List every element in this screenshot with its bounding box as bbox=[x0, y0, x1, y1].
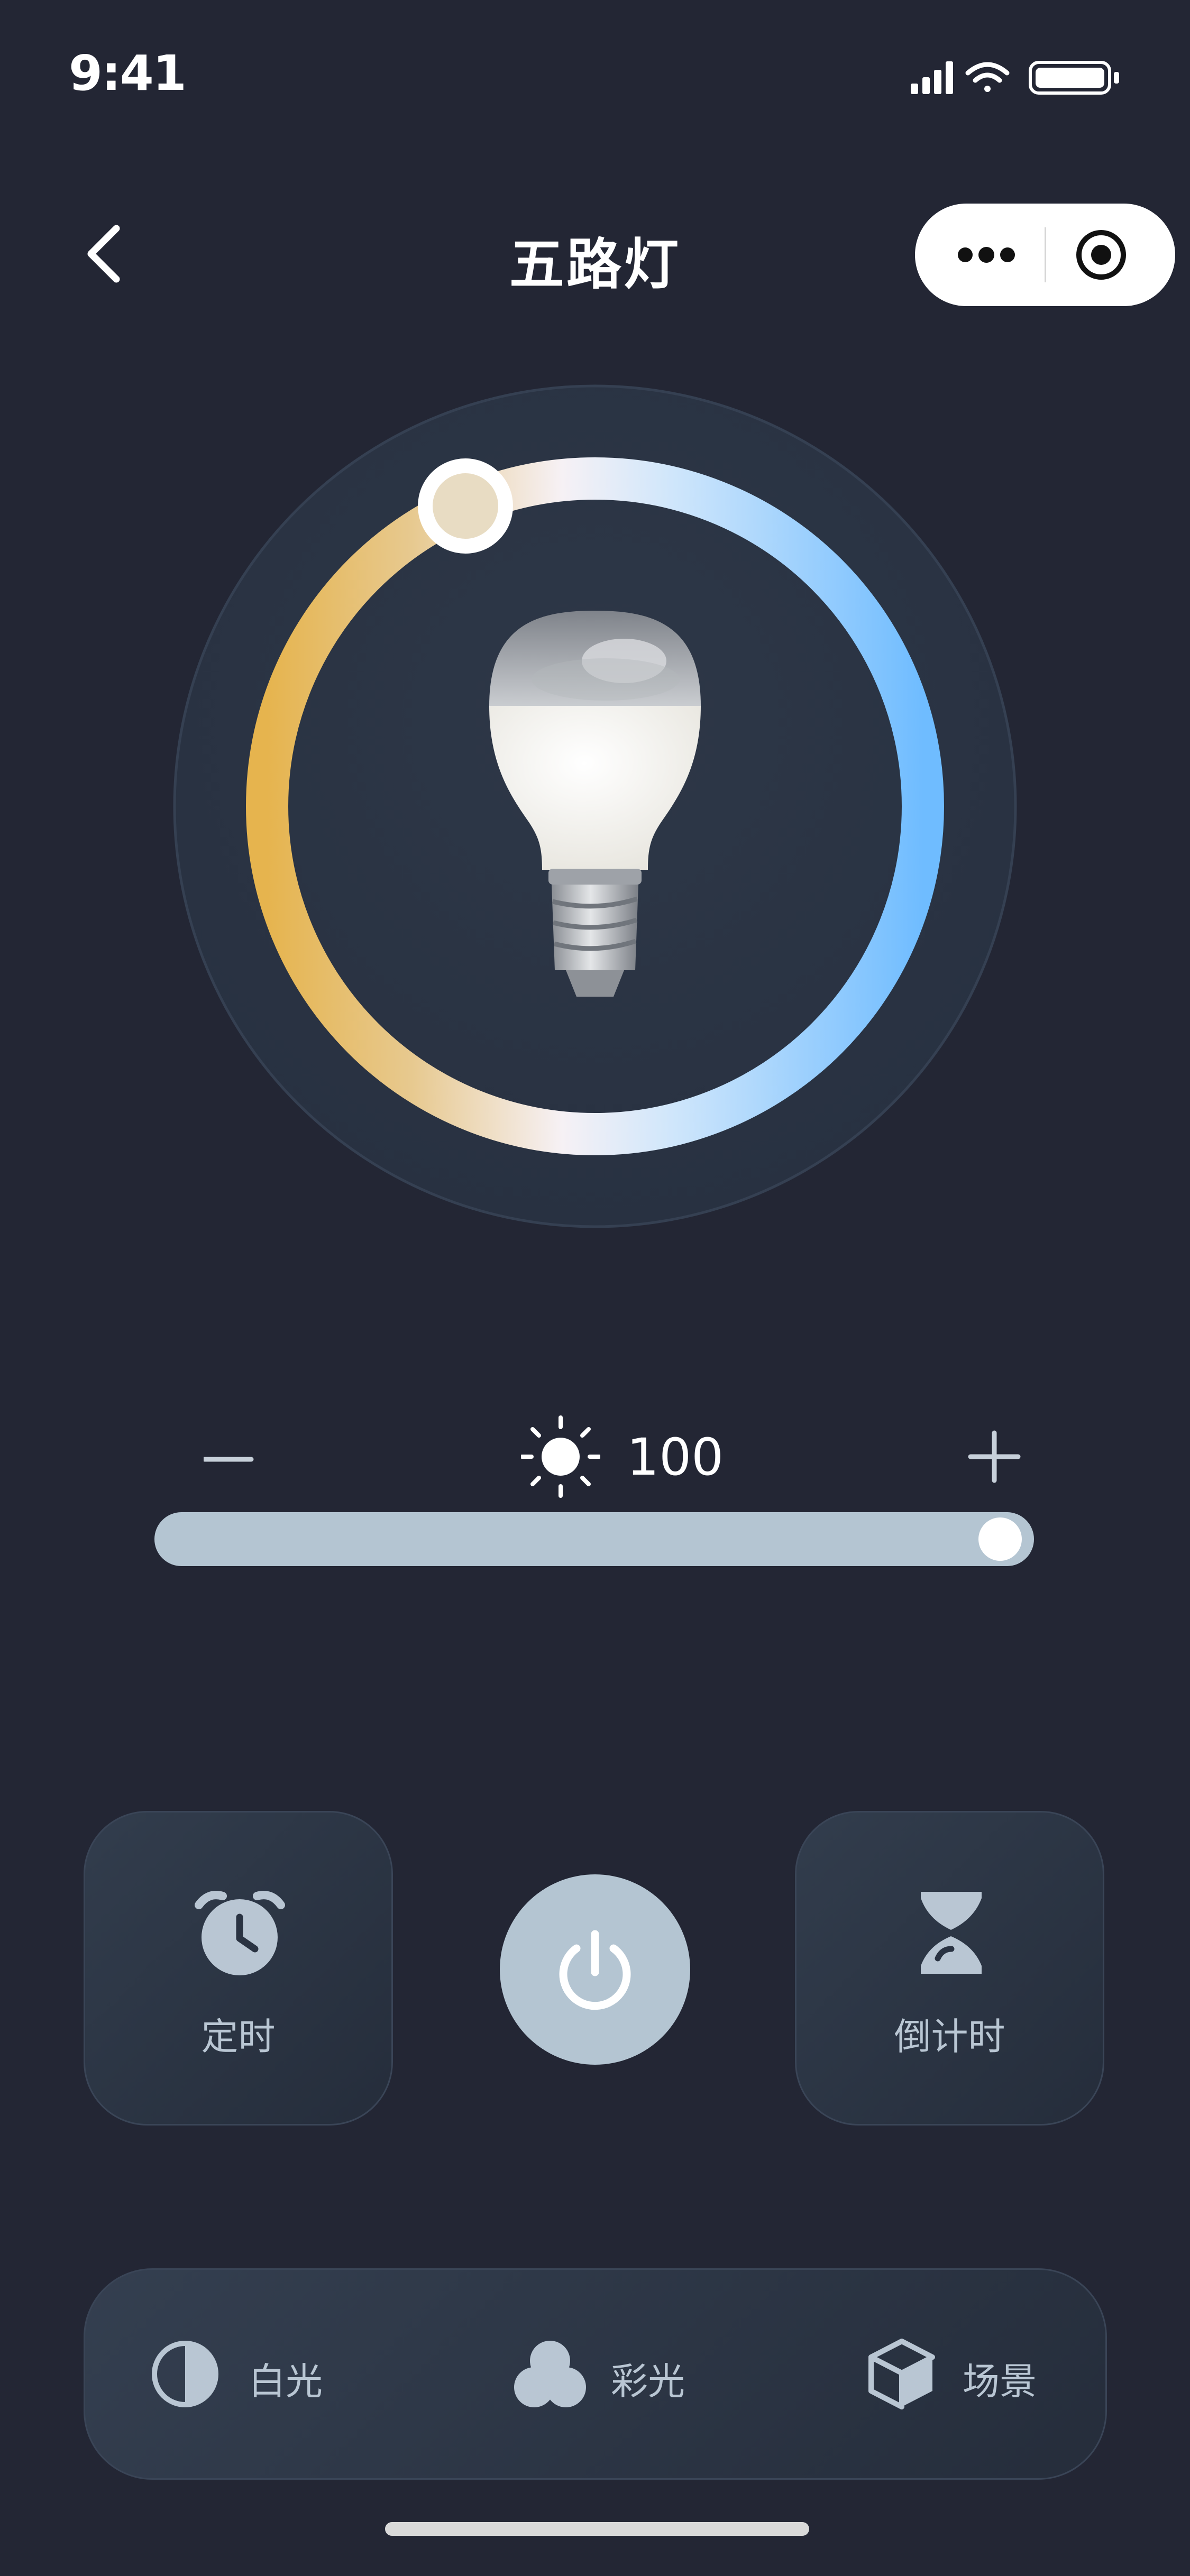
more-button[interactable] bbox=[955, 236, 1018, 273]
battery-icon bbox=[1029, 61, 1119, 95]
status-icons bbox=[911, 61, 1119, 95]
signal-icon bbox=[911, 61, 953, 94]
close-miniprogram-button[interactable] bbox=[1074, 227, 1129, 282]
color-temperature-dial[interactable] bbox=[172, 383, 1018, 1229]
tab-scene-label: 场景 bbox=[963, 2360, 1037, 2403]
wifi-icon bbox=[965, 62, 1010, 92]
brightness-sun-icon bbox=[521, 1415, 600, 1498]
power-button[interactable] bbox=[500, 1874, 690, 2065]
brightness-decrease-button[interactable] bbox=[204, 1443, 257, 1475]
countdown-button[interactable]: 倒计时 bbox=[795, 1811, 1104, 2126]
tab-color-light-label: 彩光 bbox=[611, 2360, 685, 2403]
tab-white-light-label: 白光 bbox=[249, 2360, 323, 2403]
tab-color-light[interactable]: 彩光 bbox=[513, 2332, 714, 2416]
capsule-divider bbox=[1045, 227, 1046, 282]
countdown-label: 倒计时 bbox=[894, 2015, 1005, 2058]
brightness-slider-thumb[interactable] bbox=[978, 1517, 1022, 1561]
target-icon bbox=[1076, 230, 1126, 280]
tab-scene[interactable]: 场景 bbox=[865, 2332, 1066, 2416]
tab-white-light[interactable]: 白光 bbox=[148, 2332, 349, 2416]
power-icon bbox=[559, 1930, 631, 2010]
mini-program-capsule bbox=[915, 204, 1175, 306]
timer-label: 定时 bbox=[201, 2015, 276, 2058]
hourglass-icon bbox=[921, 1892, 982, 1974]
cube-icon bbox=[868, 2339, 935, 2409]
alarm-clock-icon bbox=[195, 1891, 285, 1975]
home-indicator bbox=[385, 2522, 809, 2536]
plus-icon bbox=[968, 1430, 1021, 1483]
color-temperature-knob bbox=[418, 458, 513, 554]
status-time: 9:41 bbox=[69, 45, 187, 102]
color-circles-icon bbox=[514, 2341, 586, 2407]
brightness-slider[interactable] bbox=[154, 1512, 1034, 1566]
timer-button[interactable]: 定时 bbox=[84, 1811, 393, 2126]
brightness-increase-button[interactable] bbox=[965, 1428, 1023, 1486]
more-dots-icon bbox=[958, 247, 1015, 263]
brightness-value: 100 bbox=[627, 1428, 724, 1487]
half-circle-icon bbox=[152, 2341, 218, 2407]
